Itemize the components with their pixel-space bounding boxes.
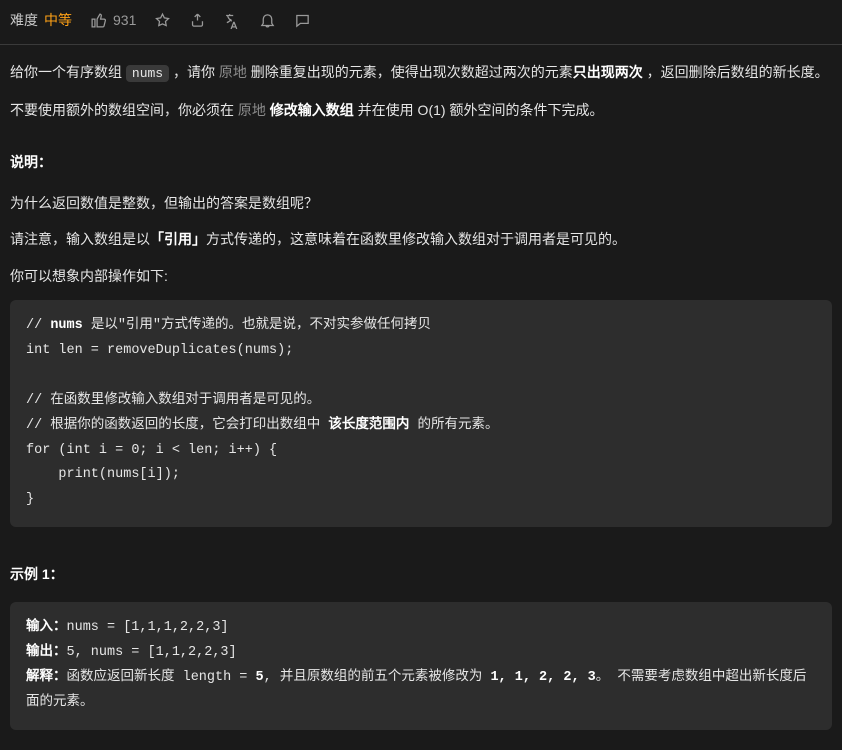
share-icon — [189, 12, 206, 29]
like-count: 931 — [113, 12, 136, 28]
explain-q2: 请注意，输入数组是以「引用」方式传递的，这意味着在函数里修改输入数组对于调用者是… — [10, 226, 832, 253]
bold-by-reference: 「引用」 — [150, 231, 206, 247]
code-block-example-1: 输入：nums = [1,1,1,2,2,3] 输出：5, nums = [1,… — [10, 602, 832, 730]
problem-content: 给你一个有序数组 nums ，请你 原地 删除重复出现的元素，使得出现次数超过两… — [0, 45, 842, 750]
inline-code-nums: nums — [126, 65, 169, 82]
example-1-heading: 示例 1： — [10, 561, 832, 588]
explain-q3: 你可以想象内部操作如下: — [10, 263, 832, 290]
like-button[interactable]: 931 — [90, 12, 136, 29]
output-label: 输出： — [26, 645, 67, 660]
difficulty-value: 中等 — [44, 10, 72, 30]
feedback-button[interactable] — [294, 12, 311, 29]
gray-text-inplace-1: 原地 — [219, 64, 247, 80]
translate-button[interactable] — [224, 12, 241, 29]
share-button[interactable] — [189, 12, 206, 29]
thumbs-up-icon — [90, 12, 107, 29]
explain-q1: 为什么返回数值是整数，但输出的答案是数组呢？ — [10, 190, 832, 217]
explanation-heading: 说明： — [10, 149, 832, 176]
bold-only-twice: 只出现两次 — [573, 64, 643, 80]
gray-text-inplace-2: 原地 — [238, 102, 270, 118]
code-block-explain: // nums 是以"引用"方式传递的。也就是说，不对实参做任何拷贝 int l… — [10, 300, 832, 528]
explain-label: 解释： — [26, 670, 67, 685]
problem-paragraph-2: 不要使用额外的数组空间，你必须在 原地 修改输入数组 并在使用 O(1) 额外空… — [10, 97, 832, 124]
star-icon — [154, 12, 171, 29]
difficulty-label: 难度 — [10, 10, 38, 30]
notification-button[interactable] — [259, 12, 276, 29]
bold-modify-input: 修改输入数组 — [270, 102, 354, 118]
input-label: 输入： — [26, 620, 67, 635]
translate-icon — [224, 12, 241, 29]
bell-icon — [259, 12, 276, 29]
problem-toolbar: 难度 中等 931 — [0, 0, 842, 45]
comment-icon — [294, 12, 311, 29]
problem-paragraph-1: 给你一个有序数组 nums ，请你 原地 删除重复出现的元素，使得出现次数超过两… — [10, 59, 832, 87]
favorite-button[interactable] — [154, 12, 171, 29]
